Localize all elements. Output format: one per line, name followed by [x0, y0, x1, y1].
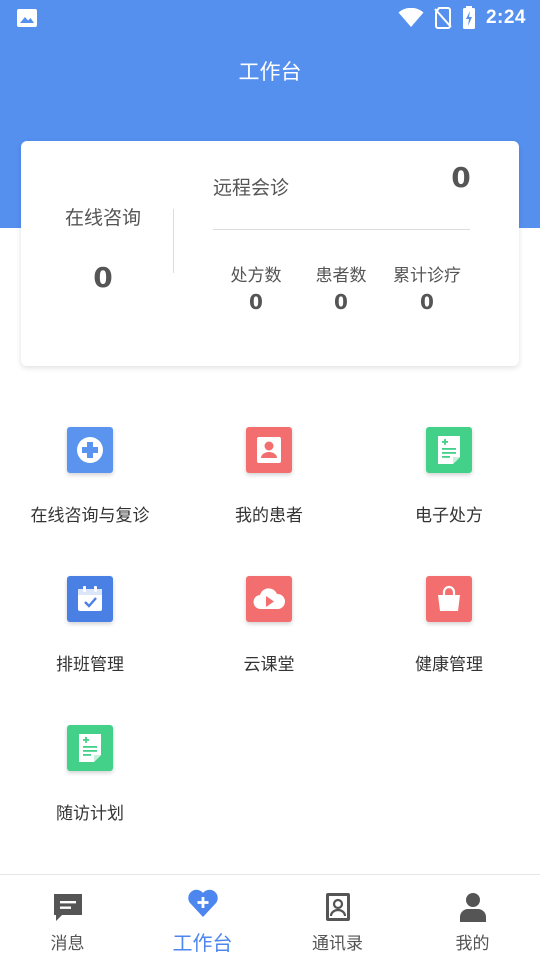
page-title: 工作台: [238, 60, 302, 84]
grid-item-label: 健康管理: [415, 655, 483, 675]
message-icon: [53, 894, 82, 921]
grid-item-health-management[interactable]: 健康管理: [359, 576, 539, 696]
grid-item-online-consult[interactable]: 在线咨询与复诊: [0, 427, 180, 547]
grid-item-my-patients[interactable]: 我的患者: [179, 427, 359, 547]
bottom-nav: 消息 工作台 通讯录 我的: [0, 874, 540, 960]
nav-label: 工作台: [172, 931, 233, 955]
battery-charging-icon: [462, 6, 475, 29]
vertical-divider: [173, 209, 174, 273]
prescription-count-stat: 处方数 0: [225, 261, 287, 314]
calendar-icon: [67, 576, 113, 622]
nav-tab-messages[interactable]: 消息: [0, 875, 135, 960]
online-consult-count: 0: [93, 261, 113, 294]
horizontal-divider: [213, 229, 470, 230]
grid-item-label: 在线咨询与复诊: [30, 506, 150, 526]
remote-consult-count: 0: [451, 161, 471, 194]
stat-label: 处方数: [230, 266, 282, 286]
stat-value: 0: [334, 290, 348, 314]
shopping-bag-icon: [426, 576, 472, 622]
grid-item-e-prescription[interactable]: 电子处方: [359, 427, 539, 547]
person-icon: [459, 893, 486, 922]
grid-item-scheduling[interactable]: 排班管理: [0, 576, 180, 696]
online-consult-label[interactable]: 在线咨询: [21, 203, 185, 230]
cloud-play-icon: [246, 576, 292, 622]
nav-label: 消息: [50, 934, 85, 954]
grid-item-label: 电子处方: [415, 506, 483, 526]
stat-label: 患者数: [315, 266, 367, 286]
followup-doc-icon: [67, 725, 113, 771]
nav-label: 我的: [455, 934, 490, 954]
wifi-icon: [398, 8, 424, 27]
nav-tab-contacts[interactable]: 通讯录: [270, 875, 405, 960]
gallery-notification-icon: [17, 9, 37, 27]
patient-count-stat: 患者数 0: [310, 261, 372, 314]
stat-value: 0: [249, 290, 263, 314]
grid-item-label: 我的患者: [235, 506, 303, 526]
stat-label: 累计诊疗: [393, 266, 461, 286]
nav-label: 通讯录: [312, 934, 363, 954]
status-bar: 2:24: [0, 0, 540, 36]
stats-card: 在线咨询 0 远程会诊 0 处方数 0 患者数 0 累计诊疗 0: [21, 141, 519, 366]
prescription-icon: [426, 427, 472, 473]
grid-item-label: 云课堂: [243, 655, 295, 675]
nav-tab-workbench[interactable]: 工作台: [135, 875, 270, 960]
remote-consult-label[interactable]: 远程会诊: [213, 173, 289, 200]
nav-tab-mine[interactable]: 我的: [405, 875, 540, 960]
grid-item-followup-plan[interactable]: 随访计划: [0, 725, 180, 845]
grid-item-cloud-class[interactable]: 云课堂: [179, 576, 359, 696]
heart-plus-icon: [187, 889, 218, 917]
clock: 2:24: [485, 7, 526, 28]
no-sim-icon: [434, 7, 452, 29]
patient-card-icon: [246, 427, 292, 473]
total-treatment-stat: 累计诊疗 0: [387, 261, 467, 314]
contacts-icon: [325, 893, 350, 921]
medical-cross-icon: [67, 427, 113, 473]
stat-value: 0: [420, 290, 434, 314]
grid-item-label: 排班管理: [56, 655, 124, 675]
grid-item-label: 随访计划: [56, 804, 124, 824]
